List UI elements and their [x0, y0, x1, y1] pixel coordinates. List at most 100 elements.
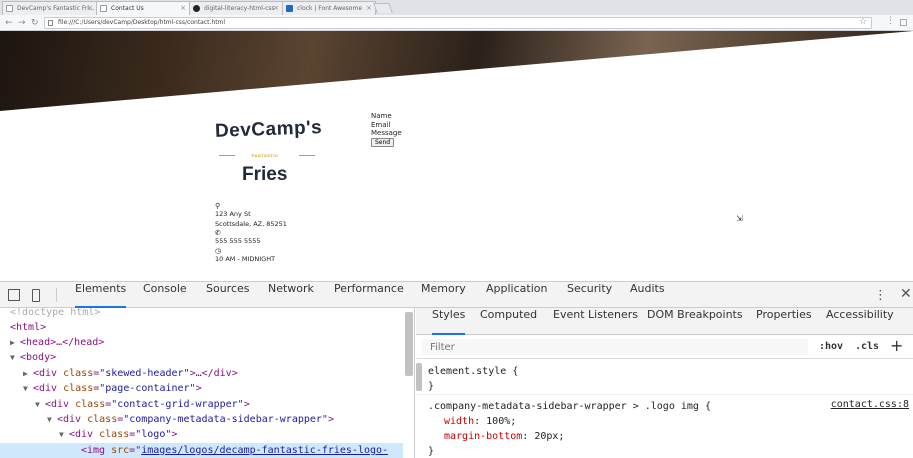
skewed-header-image: [0, 31, 913, 111]
business-hours: 10 AM - MIDNIGHT: [215, 254, 276, 263]
forward-arrow-icon[interactable]: →: [18, 17, 26, 29]
devtools-tabbar: Elements Console Sources Network Perform…: [0, 282, 913, 308]
tree-node-logo[interactable]: ▼ <div class="logo">: [59, 427, 177, 442]
send-button[interactable]: Send: [371, 138, 394, 148]
tree-node-page-container[interactable]: ▼ <div class="page-container">: [23, 381, 202, 396]
rule-declaration-margin-bottom[interactable]: margin-bottom: 20px;: [416, 429, 913, 444]
styles-pane: Styles Computed Event Listeners DOM Brea…: [416, 308, 913, 458]
browser-menu-icon[interactable]: ⋮: [886, 16, 895, 26]
styles-tab-event-listeners[interactable]: Event Listeners: [553, 308, 638, 335]
address-line-2: Scottsdale, AZ, 85251: [215, 219, 287, 228]
close-tab-icon[interactable]: ×: [180, 4, 186, 12]
styles-tabbar: Styles Computed Event Listeners DOM Brea…: [416, 308, 913, 335]
expand-triangle-icon[interactable]: ▶: [23, 366, 33, 381]
devtools-panel: Elements Console Sources Network Perform…: [0, 281, 913, 458]
devtools-tab-network[interactable]: Network: [268, 282, 314, 308]
github-icon: [193, 5, 200, 12]
back-arrow-icon[interactable]: ←: [5, 17, 13, 29]
company-metadata: ⚲ 123 Any St Scottsdale, AZ, 85251 ✆ 555…: [215, 202, 287, 264]
device-toolbar-icon[interactable]: [32, 289, 40, 302]
elements-tree: <!doctype html> <html> ▶ <head>…</head> ▼…: [0, 308, 415, 458]
bookmark-star-icon[interactable]: ☆: [859, 17, 867, 27]
page-favicon-icon: [6, 5, 13, 12]
devtools-tab-audits[interactable]: Audits: [630, 282, 665, 308]
styles-filter-row: :hov .cls +: [416, 335, 913, 359]
browser-tab-contact[interactable]: Contact Us ×: [96, 1, 190, 15]
tree-node-sidebar-wrapper[interactable]: ▼ <div class="company-metadata-sidebar-wr…: [47, 412, 334, 427]
email-label: Email: [371, 120, 391, 129]
rule-close: }: [428, 446, 435, 457]
name-label: Name: [371, 112, 392, 120]
tree-node-head[interactable]: ▶ <head>…</head>: [10, 335, 104, 350]
devtools-tab-console[interactable]: Console: [143, 282, 187, 308]
browser-tab-devcamp[interactable]: DevCamp's Fantastic Fri... ×: [2, 1, 97, 15]
elements-scrollbar[interactable]: [405, 312, 413, 376]
styles-tab-properties[interactable]: Properties: [756, 308, 812, 335]
url-text[interactable]: file:///C:/Users/devCamp/Desktop/html-cs…: [58, 19, 225, 26]
logo-rule-right: [299, 155, 315, 156]
clock-icon: ◷: [215, 246, 222, 255]
styles-filter-input[interactable]: [422, 339, 808, 355]
browser-toolbar: ← → ↻ file:///C:/Users/devCamp/Desktop/h…: [0, 15, 913, 31]
close-tab-icon[interactable]: ×: [87, 4, 93, 12]
class-toggle[interactable]: .cls: [855, 341, 879, 352]
element-style-rule: element.style { }: [416, 362, 913, 395]
devtools-tab-application[interactable]: Application: [486, 282, 547, 308]
collapse-triangle-icon[interactable]: ▼: [10, 350, 20, 365]
rule-declaration-width[interactable]: width: 100%;: [416, 414, 913, 429]
devcamp-fries-logo: DevCamp's FANTASTIC Fries: [215, 109, 330, 194]
phone-icon: ✆: [215, 229, 221, 237]
styles-tab-dom-breakpoints[interactable]: DOM Breakpoints: [647, 308, 743, 335]
tree-node-body[interactable]: ▼ <body>: [10, 350, 56, 365]
address-line-1: 123 Any St: [215, 210, 251, 218]
logo-top-text: DevCamp's: [214, 117, 323, 142]
devtools-tab-sources[interactable]: Sources: [206, 282, 250, 308]
tab-title: clock | Font Awesome: [297, 5, 363, 12]
phone-number: 555 555 5555: [215, 237, 261, 245]
browser-tab-fontawesome[interactable]: clock | Font Awesome ×: [282, 1, 376, 15]
add-rule-button[interactable]: +: [890, 336, 903, 355]
message-label: Message: [371, 129, 402, 138]
expand-triangle-icon[interactable]: ▶: [10, 335, 20, 350]
tree-node-html[interactable]: <html>: [10, 320, 46, 335]
styles-tab-accessibility[interactable]: Accessibility: [826, 308, 894, 335]
font-awesome-icon: [286, 5, 293, 12]
devtools-tab-elements[interactable]: Elements: [75, 282, 127, 308]
collapse-triangle-icon[interactable]: ▼: [59, 427, 69, 442]
tree-node-img-selected[interactable]: <img src="images/logos/decamp-fantastic-…: [0, 443, 403, 458]
logo-img-rule: .company-metadata-sidebar-wrapper > .log…: [416, 397, 913, 458]
more-options-icon[interactable]: ⋮: [874, 288, 887, 303]
page-favicon-icon: [100, 5, 107, 12]
reload-icon[interactable]: ↻: [31, 17, 39, 29]
browser-tab-github[interactable]: digital-literacy-html-css ×: [189, 1, 283, 15]
tab-title: Contact Us: [111, 5, 144, 12]
styles-tab-computed[interactable]: Computed: [480, 308, 537, 335]
tree-node-skewed-header[interactable]: ▶ <div class="skewed-header">…</div>: [23, 366, 238, 381]
devtools-tab-memory[interactable]: Memory: [421, 282, 466, 308]
rule-selector[interactable]: element.style {: [416, 364, 913, 379]
page-viewport: DevCamp's FANTASTIC Fries Name Email Mes…: [0, 31, 913, 281]
styles-tab-styles[interactable]: Styles: [432, 308, 466, 335]
browser-tab-strip: DevCamp's Fantastic Fri... × Contact Us …: [0, 0, 913, 15]
close-tab-icon[interactable]: ×: [366, 4, 372, 12]
tree-node-doctype[interactable]: <!doctype html>: [10, 308, 100, 320]
mouse-cursor-icon: ⇲: [736, 214, 743, 223]
address-bar[interactable]: file:///C:/Users/devCamp/Desktop/html-cs…: [44, 17, 872, 29]
tab-title: digital-literacy-html-css: [204, 5, 275, 12]
rule-source-link[interactable]: contact.css:8: [831, 397, 909, 412]
close-devtools-icon[interactable]: ✕: [900, 286, 912, 302]
divider: [56, 288, 57, 302]
collapse-triangle-icon[interactable]: ▼: [35, 397, 45, 412]
collapse-triangle-icon[interactable]: ▼: [23, 381, 33, 396]
devtools-tab-performance[interactable]: Performance: [334, 282, 404, 308]
collapse-triangle-icon[interactable]: ▼: [47, 412, 57, 427]
hover-state-toggle[interactable]: :hov: [819, 341, 843, 352]
inspect-element-icon[interactable]: [8, 289, 20, 301]
devtools-tab-security[interactable]: Security: [567, 282, 612, 308]
new-tab-button[interactable]: [373, 3, 393, 13]
tree-node-contact-grid[interactable]: ▼ <div class="contact-grid-wrapper">: [35, 397, 250, 412]
map-marker-icon: ⚲: [215, 202, 221, 210]
close-tab-icon[interactable]: ×: [273, 4, 279, 12]
extension-icon[interactable]: [900, 19, 907, 26]
contact-form: Name Email Message Send: [371, 112, 402, 148]
